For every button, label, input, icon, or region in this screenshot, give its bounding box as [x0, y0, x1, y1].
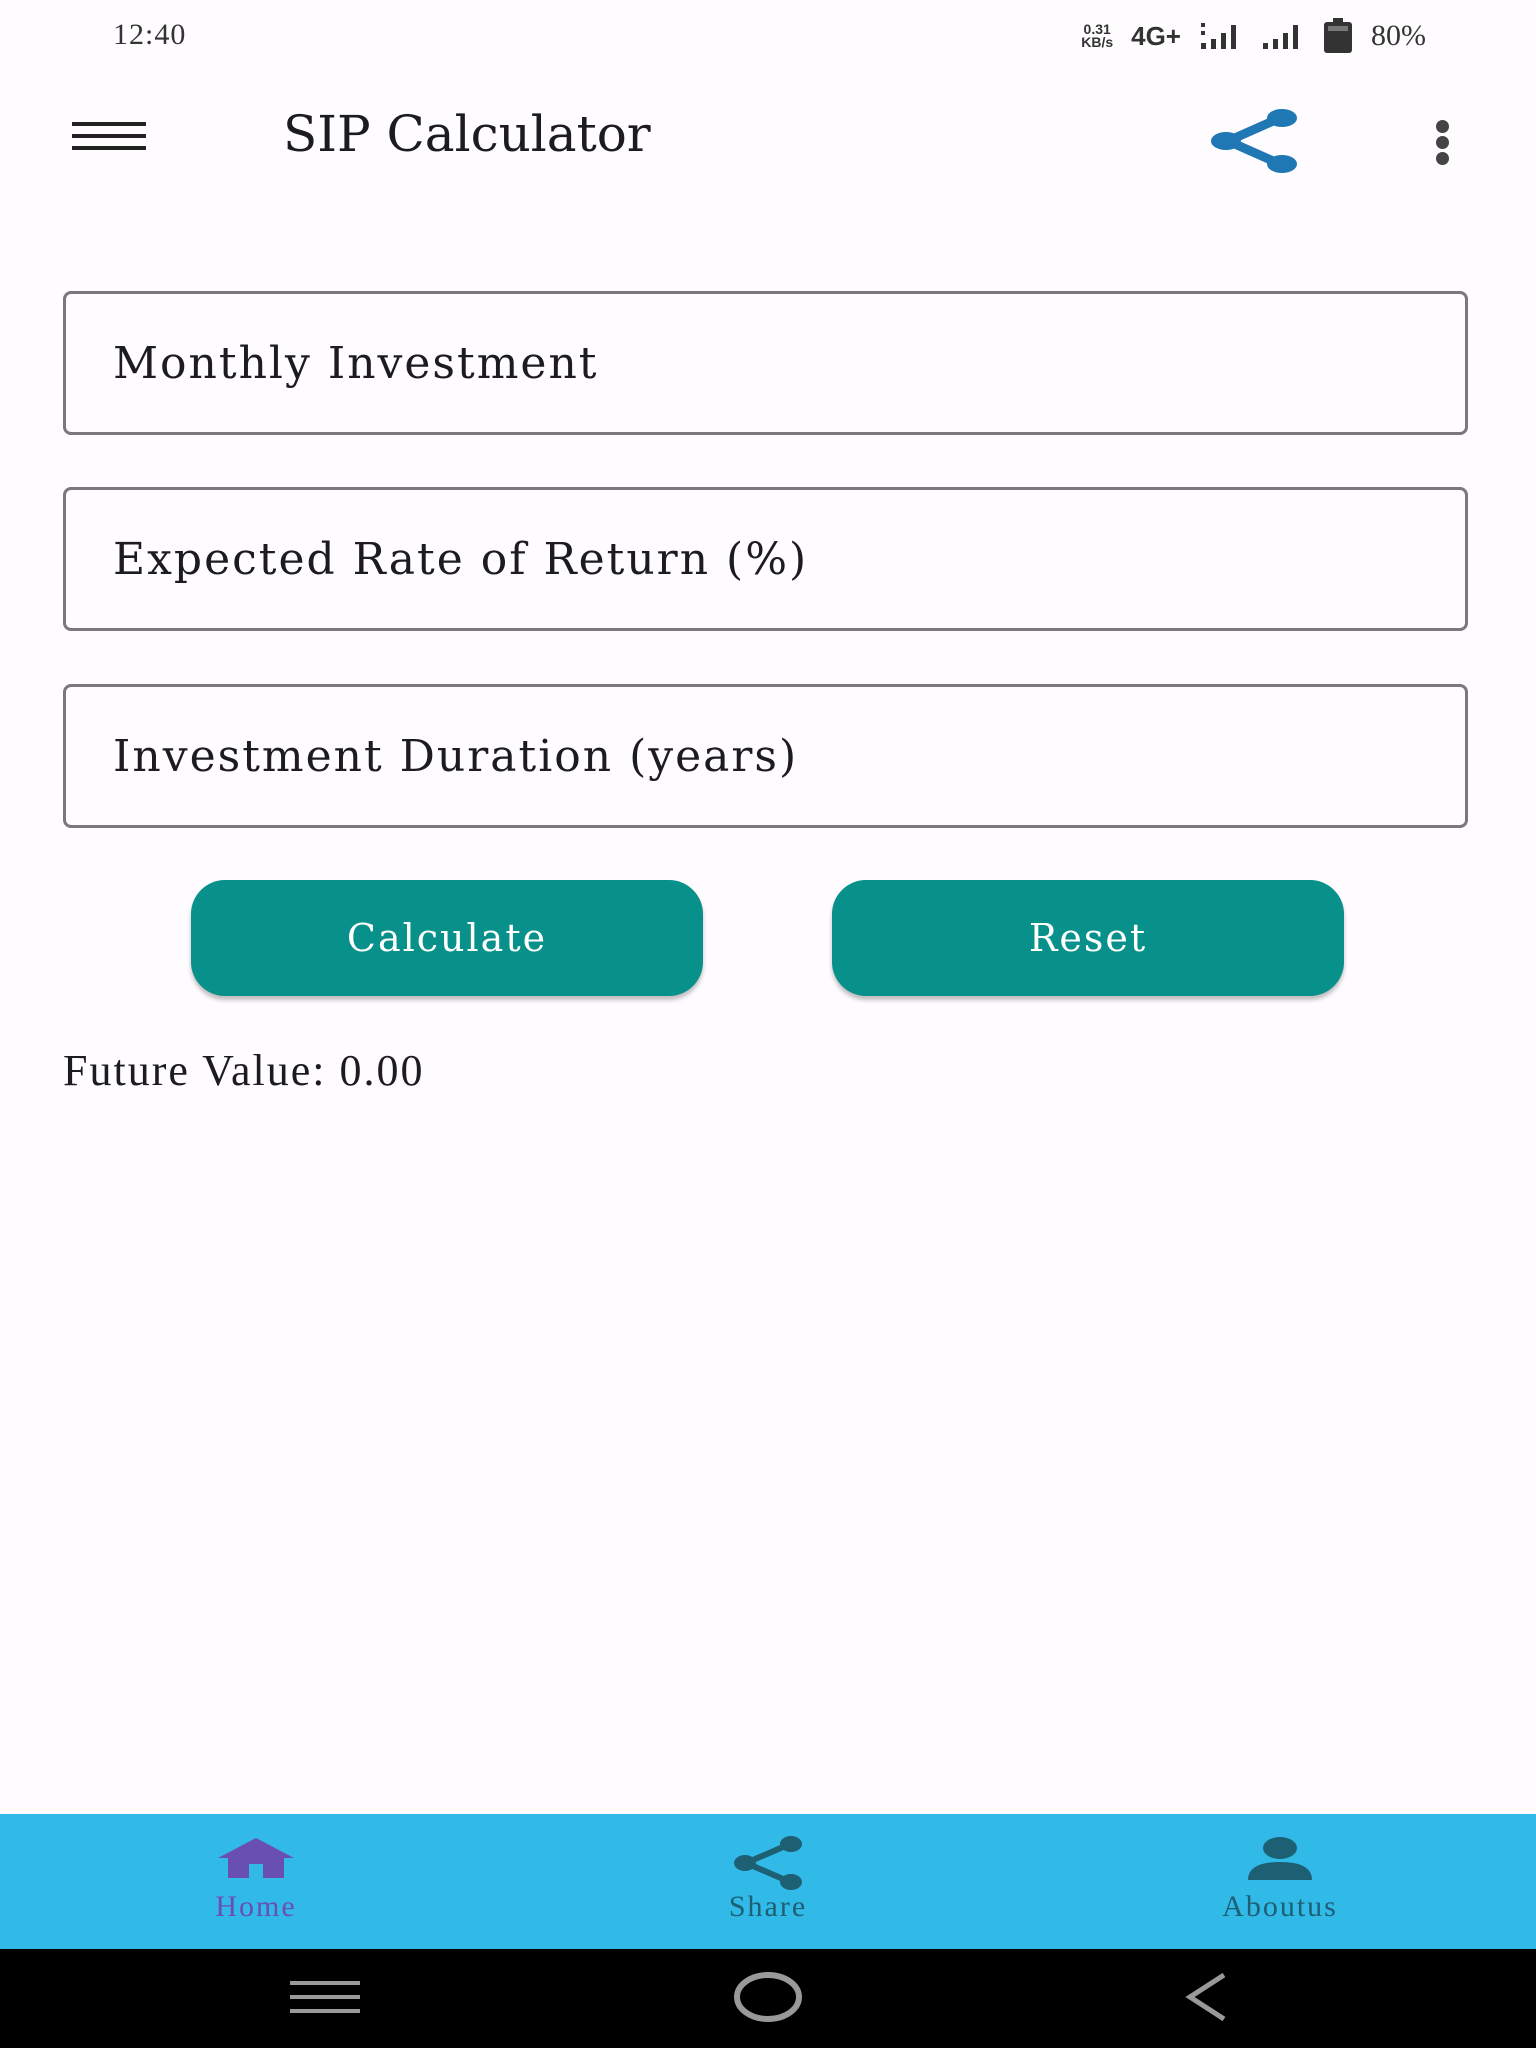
- nav-aboutus[interactable]: Aboutus: [1130, 1814, 1430, 1949]
- investment-duration-input[interactable]: [66, 687, 1465, 825]
- nav-home-label: Home: [215, 1890, 297, 1923]
- reset-button[interactable]: Reset: [832, 880, 1344, 996]
- bottom-navigation: Home Share Aboutus: [0, 1814, 1536, 1949]
- network-speed: 0.31 KB/s: [1081, 22, 1114, 50]
- status-bar: 12:40 0.31 KB/s 4G+ 80%: [0, 0, 1536, 72]
- battery-icon: [1324, 18, 1352, 53]
- share-icon: [734, 1836, 802, 1890]
- signal-icon-2: [1263, 25, 1298, 49]
- share-icon[interactable]: [1208, 108, 1300, 174]
- monthly-investment-input[interactable]: [66, 294, 1465, 432]
- nav-share[interactable]: Share: [618, 1814, 918, 1949]
- calculate-button[interactable]: Calculate: [191, 880, 703, 996]
- home-circle-icon[interactable]: [732, 1969, 804, 2025]
- monthly-investment-field[interactable]: [63, 291, 1468, 435]
- nav-home[interactable]: Home: [106, 1814, 406, 1949]
- nav-aboutus-label: Aboutus: [1222, 1890, 1338, 1923]
- network-type: 4G+: [1131, 20, 1181, 51]
- rate-of-return-input[interactable]: [66, 490, 1465, 628]
- person-icon: [1248, 1837, 1312, 1880]
- home-icon: [218, 1838, 294, 1878]
- app-bar: SIP Calculator: [0, 72, 1536, 208]
- nav-share-label: Share: [728, 1890, 808, 1923]
- signal-icon: [1201, 23, 1236, 49]
- status-icons: 0.31 KB/s 4G+ 80%: [1081, 16, 1426, 56]
- battery-percentage: 80%: [1371, 19, 1426, 52]
- menu-icon[interactable]: [72, 122, 146, 158]
- status-time: 12:40: [113, 18, 187, 51]
- network-speed-unit: KB/s: [1081, 34, 1114, 50]
- page-title: SIP Calculator: [283, 105, 651, 163]
- recent-apps-icon[interactable]: [288, 1977, 362, 2017]
- back-icon[interactable]: [1184, 1971, 1230, 2023]
- future-value-text: Future Value: 0.00: [63, 1046, 425, 1095]
- rate-of-return-field[interactable]: [63, 487, 1468, 631]
- system-navigation-bar: [0, 1949, 1536, 2048]
- investment-duration-field[interactable]: [63, 684, 1468, 828]
- more-vert-icon[interactable]: [1430, 120, 1454, 165]
